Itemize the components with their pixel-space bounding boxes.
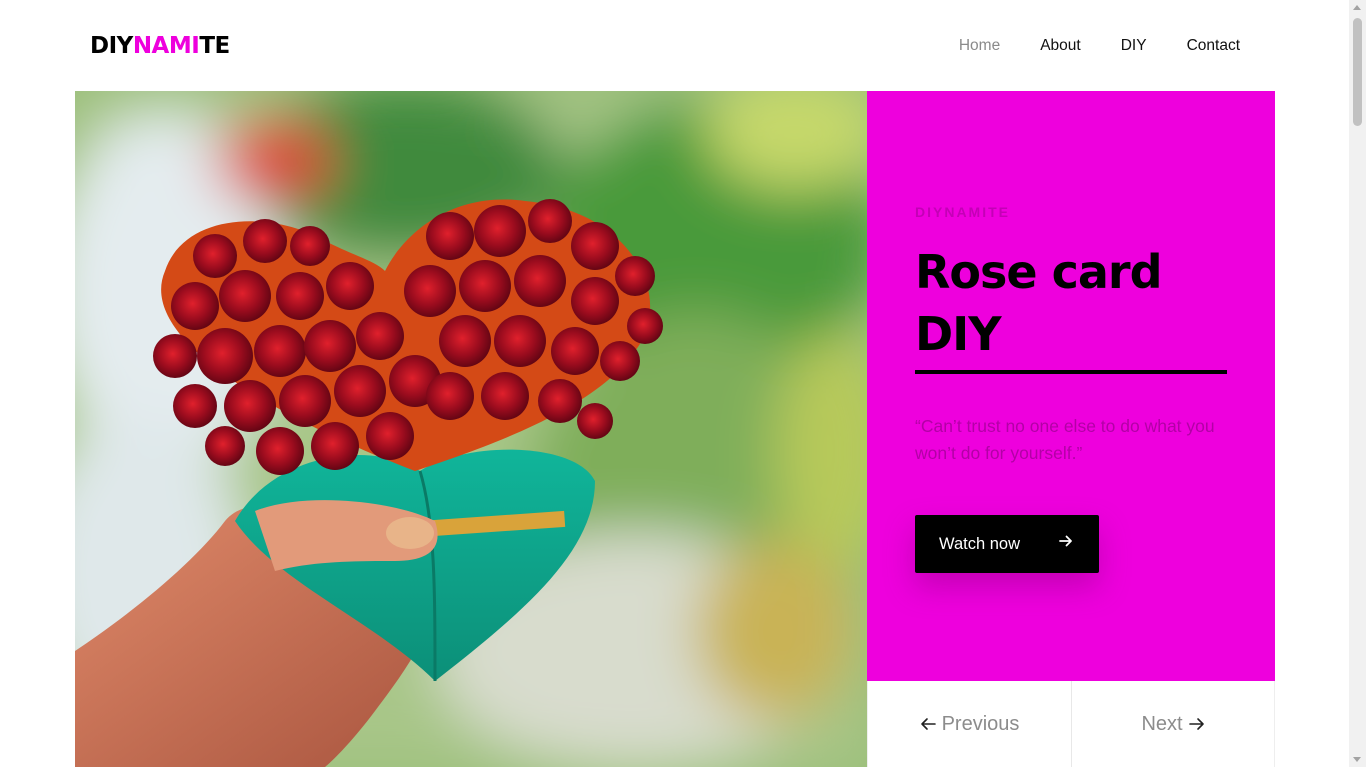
scroll-up-icon[interactable] bbox=[1353, 5, 1361, 10]
watch-now-label: Watch now bbox=[939, 534, 1021, 553]
hero-quote: “Can’t trust no one else to do what you … bbox=[915, 416, 1215, 463]
logo-part-1: DIY bbox=[90, 33, 133, 59]
nav-item-contact[interactable]: Contact bbox=[1187, 36, 1240, 56]
logo-part-3: TE bbox=[199, 33, 230, 59]
rose-card-photo bbox=[75, 91, 867, 767]
hero-title: Rose card DIY bbox=[915, 245, 1163, 361]
main-nav: Home About DIY Contact bbox=[919, 36, 1240, 56]
next-button[interactable]: Next bbox=[1071, 681, 1274, 767]
next-label: Next bbox=[1141, 712, 1183, 735]
nav-item-about[interactable]: About bbox=[1040, 36, 1081, 56]
previous-label: Previous bbox=[941, 712, 1020, 735]
site-header: DIYNAMITE Home About DIY Contact bbox=[0, 0, 1349, 91]
hero-panel: DIYNAMITE Rose card DIY “Can’t trust no … bbox=[867, 91, 1275, 681]
arrow-right-icon bbox=[1059, 535, 1072, 547]
site-logo[interactable]: DIYNAMITE bbox=[90, 32, 230, 60]
arrow-left-icon bbox=[920, 718, 936, 730]
page-scrollbar[interactable] bbox=[1349, 0, 1366, 767]
scrollbar-thumb[interactable] bbox=[1353, 18, 1362, 126]
scroll-down-icon[interactable] bbox=[1353, 757, 1361, 762]
hero-image bbox=[75, 91, 867, 767]
nav-item-diy[interactable]: DIY bbox=[1121, 36, 1147, 56]
watch-now-button[interactable]: Watch now bbox=[915, 515, 1099, 573]
previous-button[interactable]: Previous bbox=[868, 681, 1071, 767]
hero-eyebrow: DIYNAMITE bbox=[915, 204, 1010, 220]
nav-item-home[interactable]: Home bbox=[959, 36, 1000, 56]
slide-pager: Previous Next bbox=[867, 681, 1275, 767]
logo-part-2: NAMI bbox=[132, 33, 200, 59]
arrow-right-icon bbox=[1188, 718, 1204, 730]
title-underline bbox=[915, 370, 1227, 374]
